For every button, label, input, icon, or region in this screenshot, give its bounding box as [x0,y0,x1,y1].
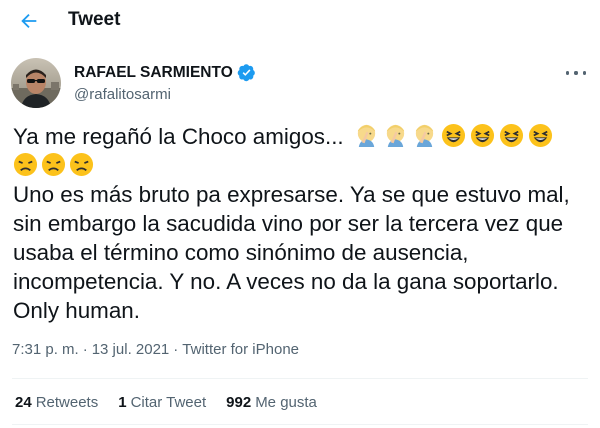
quotes-label: Citar Tweet [130,394,207,411]
disappointed-emoji-icon [69,152,94,177]
arrow-left-icon [21,13,37,29]
laughing-emoji-icon [528,123,552,148]
likes-count: 992 [226,394,252,411]
tweet-page: Tweet RAFAEL SARMIENTO @rafalitosarmi Ya… [0,0,600,428]
tweet-time[interactable]: 7:31 p. m. [12,341,79,358]
tweet-text: Ya me regañó la Choco amigos... Uno es m… [13,122,593,325]
facepalm-emoji-icon [357,124,375,148]
retweets-stat[interactable]: 24 Retweets [15,394,98,411]
tweet-meta: 7:31 p. m. · 13 jul. 2021 · Twitter for iPho… [12,341,299,358]
author-handle[interactable]: @rafalitosarmi [74,86,171,103]
tweet-source[interactable]: Twitter for iPhone [182,341,299,358]
emoji-row-2 [13,152,97,178]
facepalm-emoji-icon [415,124,433,148]
likes-label: Me gusta [255,394,317,411]
meta-separator: · [82,341,88,358]
author-name[interactable]: RAFAEL SARMIENTO [74,63,256,82]
header: Tweet [0,0,600,44]
avatar[interactable] [11,58,61,108]
laughing-emoji-icon [441,123,465,148]
likes-stat[interactable]: 992 Me gusta [226,394,317,411]
quote-tweets-stat[interactable]: 1 Citar Tweet [118,394,206,411]
tweet-stats: 24 Retweets 1 Citar Tweet 992 Me gusta [15,394,317,411]
divider [12,424,588,425]
laughing-emoji-icon [499,123,523,148]
more-options-button[interactable] [566,66,586,80]
tweet-line-1: Ya me regañó la Choco amigos... [13,124,344,149]
page-title: Tweet [68,9,121,30]
author-name-text: RAFAEL SARMIENTO [74,63,233,81]
retweets-label: Retweets [35,394,99,411]
facepalm-emoji-icon [386,124,404,148]
emoji-row-1 [344,123,553,149]
tweet-body-text: Uno es más bruto pa expresarse. Ya se qu… [13,182,570,323]
laughing-emoji-icon [470,123,494,148]
meta-separator: · [173,341,179,358]
back-button[interactable] [16,8,42,34]
quotes-count: 1 [118,394,127,411]
more-horizontal-icon [566,71,570,75]
disappointed-emoji-icon [13,152,38,177]
verified-badge-icon [237,64,255,82]
tweet-date[interactable]: 13 jul. 2021 [92,341,170,358]
retweets-count: 24 [15,394,32,411]
divider [12,378,588,379]
disappointed-emoji-icon [41,152,66,177]
